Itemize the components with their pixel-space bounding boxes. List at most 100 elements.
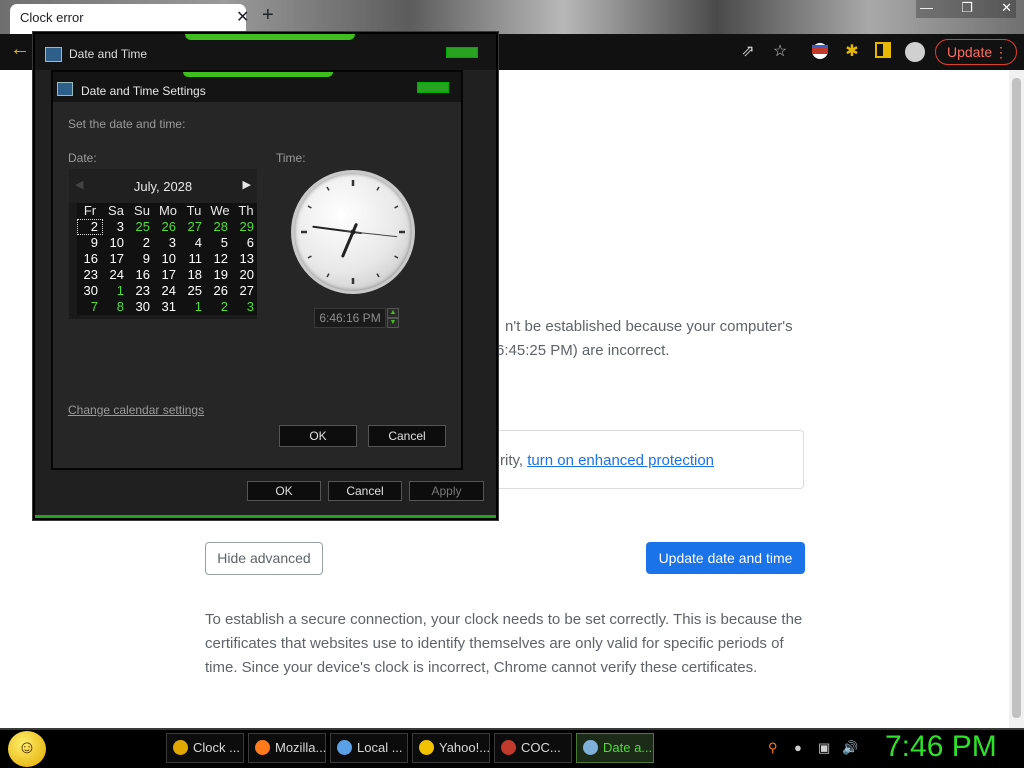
dialog-titlebar[interactable]: Date and Time [35,34,496,70]
clock-tick [376,273,380,278]
settings-close-button[interactable] [417,82,449,93]
apply-button[interactable]: Apply [409,481,484,501]
calendar-day[interactable]: 16 [129,267,155,283]
update-date-time-button[interactable]: Update date and time [646,542,805,574]
calendar-day[interactable]: 20 [233,267,257,283]
menu-dots-icon[interactable]: ⋮ [994,40,1008,64]
calendar-day[interactable]: 12 [207,251,233,267]
calendar-day[interactable]: 27 [181,219,207,235]
calendar-month-title[interactable]: July, 2028 [69,179,257,194]
enhanced-protection-link[interactable]: turn on enhanced protection [527,452,714,469]
calendar-day[interactable]: 27 [233,283,257,299]
cancel-button[interactable]: Cancel [328,481,402,501]
calendar-day[interactable]: 2 [129,235,155,251]
calendar-day[interactable]: 9 [77,235,103,251]
taskbar-clock[interactable]: 7:46 PM [885,730,997,764]
settings-ok-button[interactable]: OK [279,425,357,447]
maximize-button[interactable]: ❐ [961,0,973,18]
hide-advanced-button[interactable]: Hide advanced [205,542,323,575]
calendar-day[interactable]: 25 [129,219,155,235]
taskbar-item[interactable]: Local ... [330,733,408,763]
extensions-puzzle-icon[interactable]: ✱ [842,42,862,62]
calendar-day[interactable]: 28 [207,219,233,235]
smiley-icon: ☺ [17,737,37,757]
taskbar-item[interactable]: COC... [494,733,572,763]
taskbar-item[interactable]: Clock ... [166,733,244,763]
calendar-day[interactable]: 16 [77,251,103,267]
volume-icon[interactable]: 🔊 [842,740,858,756]
time-input[interactable]: 6:46:16 PM [314,308,386,328]
calendar-day[interactable]: 2 [77,219,103,235]
settings-cancel-button[interactable]: Cancel [368,425,446,447]
calendar-day[interactable]: 26 [155,219,181,235]
clock-explanation-text: To establish a secure connection, your c… [205,611,803,676]
titlebar-glow [185,34,355,40]
calendar-day[interactable]: 4 [181,235,207,251]
calendar-day[interactable]: 3 [155,235,181,251]
taskbar-item-label: Local ... [357,740,403,755]
dialog-close-button[interactable] [446,47,478,58]
calendar-day[interactable]: 1 [103,283,129,299]
back-arrow-icon[interactable]: ← [10,38,30,61]
calendar-day[interactable]: 5 [207,235,233,251]
update-button[interactable]: Update ⋮ [935,39,1017,65]
extension-flag-icon[interactable] [810,42,830,62]
clock-tick [394,255,399,259]
taskbar-item[interactable]: Yahoo!... [412,733,490,763]
calendar-day[interactable]: 8 [103,299,129,315]
new-tab-button[interactable]: + [262,4,274,27]
scrollbar-thumb[interactable] [1012,78,1021,718]
calendar-day[interactable]: 29 [233,219,257,235]
calendar-day[interactable]: 30 [129,299,155,315]
calendar-day[interactable]: 10 [155,251,181,267]
start-button[interactable]: ☺ [8,731,46,767]
calendar-day[interactable]: 31 [155,299,181,315]
next-month-icon[interactable]: ▶ [243,178,251,191]
settings-titlebar[interactable]: Date and Time Settings [53,72,461,102]
calendar-day[interactable]: 23 [129,283,155,299]
profile-avatar[interactable] [905,42,925,62]
calendar-day[interactable]: 30 [77,283,103,299]
calendar-day[interactable]: 23 [77,267,103,283]
calendar-day[interactable]: 19 [207,267,233,283]
time-spin-down-icon[interactable]: ▼ [387,318,399,328]
ok-button[interactable]: OK [247,481,321,501]
calendar-day[interactable]: 24 [103,267,129,283]
calendar-day[interactable]: 3 [233,299,257,315]
calendar-day[interactable]: 10 [103,235,129,251]
minimize-button[interactable]: — [920,0,933,18]
taskbar-item[interactable]: Mozilla... [248,733,326,763]
side-panel-icon[interactable] [873,42,893,62]
calendar-day[interactable]: 25 [181,283,207,299]
calendar-day[interactable]: 2 [207,299,233,315]
taskbar-item-label: COC... [521,740,561,755]
tab-clock-error[interactable]: Clock error ✕ [10,4,249,34]
calendar-day[interactable]: 1 [181,299,207,315]
calendar-day[interactable]: 17 [103,251,129,267]
calendar-day[interactable]: 26 [207,283,233,299]
calendar-grid: Fr Sa Su Mo Tu We Th 2 3 25 26 27 28 29 9 10 2 3 4 5 6 16 17 9 1… [77,203,257,315]
weekday-header: Sa [108,203,124,218]
status-circle-icon[interactable]: ● [794,740,802,755]
calendar-day[interactable]: 13 [233,251,257,267]
calendar-day[interactable]: 17 [155,267,181,283]
bookmark-star-icon[interactable]: ☆ [770,42,790,62]
calendar-day[interactable]: 11 [181,251,207,267]
calendar-day[interactable]: 6 [233,235,257,251]
calendar-day[interactable]: 3 [103,219,129,235]
time-spin-up-icon[interactable]: ▲ [387,308,399,318]
network-icon[interactable]: ▣ [818,740,830,756]
calendar-day[interactable]: 24 [155,283,181,299]
tab-close-icon[interactable]: ✕ [236,7,249,27]
folder-icon [337,740,352,755]
close-window-button[interactable]: ✕ [1001,0,1012,18]
share-icon[interactable]: ⇗ [738,42,758,62]
calendar-day[interactable]: 7 [77,299,103,315]
change-calendar-settings-link[interactable]: Change calendar settings [68,403,204,417]
taskbar-item[interactable]: Date a... [576,733,654,763]
calendar-day[interactable]: 9 [129,251,155,267]
calendar-day[interactable]: 18 [181,267,207,283]
page-scrollbar[interactable] [1009,70,1024,728]
search-icon[interactable]: ⚲ [768,740,778,756]
weekday-header: Mo [158,203,178,218]
